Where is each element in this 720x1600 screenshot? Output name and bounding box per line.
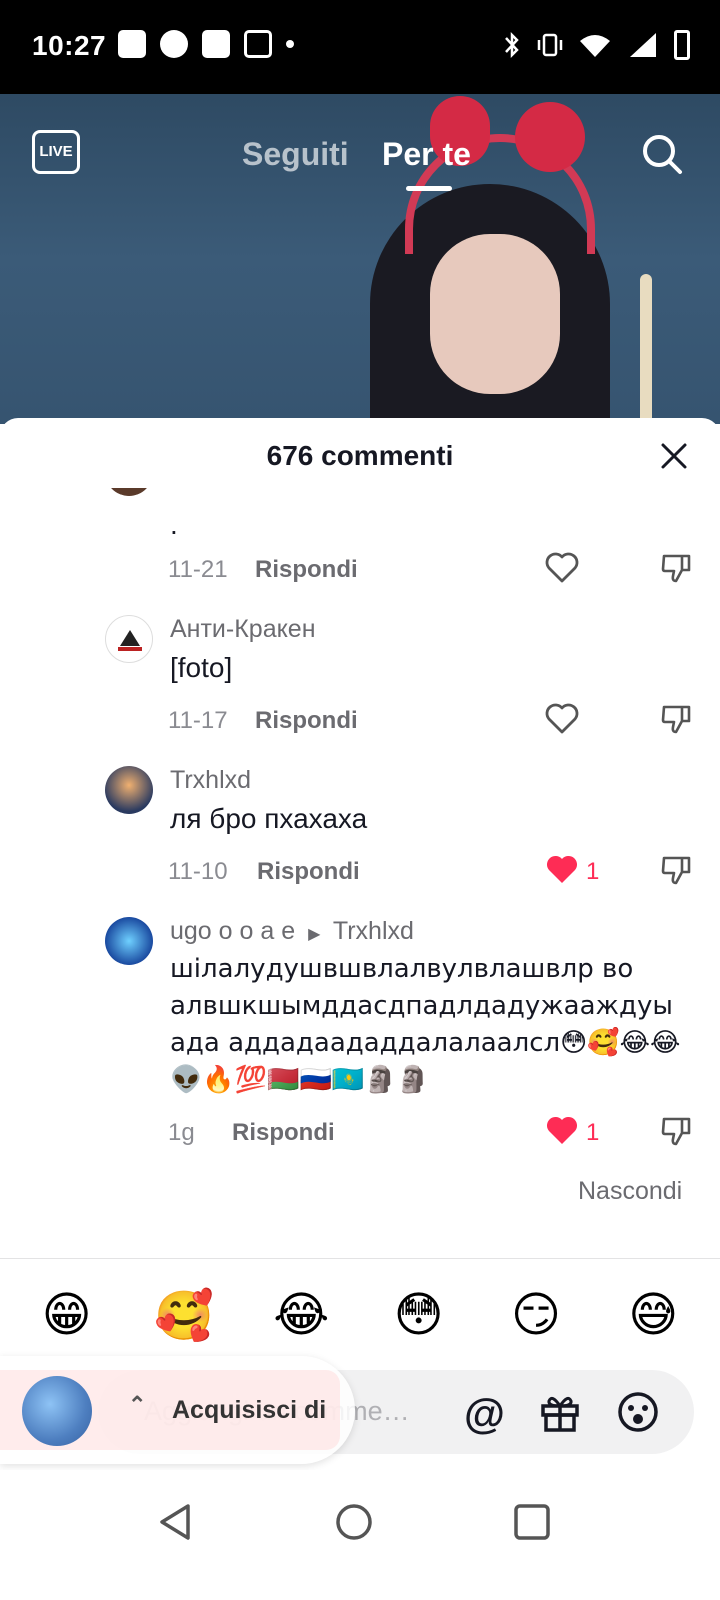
battery-icon bbox=[674, 30, 690, 60]
mention-icon[interactable]: @ bbox=[464, 1390, 505, 1438]
avatar[interactable] bbox=[105, 615, 153, 663]
emoji-button[interactable]: 😳 bbox=[389, 1287, 449, 1343]
recents-icon[interactable] bbox=[510, 1500, 554, 1544]
like-count: 1 bbox=[586, 858, 600, 885]
dislike-icon[interactable] bbox=[660, 854, 692, 886]
emoji-button[interactable]: 😂 bbox=[271, 1287, 331, 1343]
comment-username-row: ugo o o a e ▶ Trxhlxd bbox=[170, 917, 414, 946]
gmail-icon bbox=[244, 30, 272, 58]
status-bar: 10:27 bbox=[0, 0, 720, 94]
wifi-icon bbox=[580, 35, 610, 57]
close-icon[interactable] bbox=[660, 442, 688, 470]
heart-icon[interactable] bbox=[545, 552, 579, 584]
more-notifications-dot bbox=[286, 40, 294, 48]
bluetooth-icon bbox=[505, 31, 519, 59]
dislike-icon[interactable] bbox=[660, 703, 692, 735]
tab-for-you[interactable]: Per te bbox=[382, 136, 471, 173]
like-count: 1 bbox=[586, 1119, 600, 1146]
comments-count-title: 676 commenti bbox=[266, 440, 454, 471]
search-icon[interactable] bbox=[640, 132, 684, 176]
active-tab-indicator bbox=[406, 186, 452, 191]
emoji-button[interactable]: 😁 bbox=[37, 1287, 97, 1343]
tab-following[interactable]: Seguiti bbox=[242, 136, 349, 173]
reply-to-username[interactable]: Trxhlxd bbox=[333, 917, 414, 945]
expand-chevron-icon[interactable]: ⌃ bbox=[128, 1392, 146, 1418]
heart-filled-icon[interactable] bbox=[545, 1115, 579, 1147]
reply-button[interactable]: Rispondi bbox=[232, 1119, 335, 1147]
comment-date: 11-17 bbox=[168, 707, 228, 734]
avatar[interactable] bbox=[105, 766, 153, 814]
hide-replies-link[interactable]: Nascondi bbox=[578, 1177, 682, 1206]
dislike-icon[interactable] bbox=[660, 1115, 692, 1147]
comment-username[interactable]: Анти-Кракен bbox=[170, 615, 316, 644]
comment-text: ля бро пхахаха bbox=[170, 803, 368, 834]
video-prop bbox=[640, 274, 652, 424]
reply-button[interactable]: Rispondi bbox=[255, 707, 358, 735]
reply-arrow-icon: ▶ bbox=[308, 926, 321, 943]
reply-button[interactable]: Rispondi bbox=[257, 858, 360, 886]
divider bbox=[0, 1258, 720, 1259]
system-navigation-bar bbox=[0, 1470, 720, 1600]
comment-text: . bbox=[170, 509, 178, 540]
capture-thumbnail[interactable] bbox=[22, 1376, 92, 1446]
top-navigation: LIVE Seguiti Per te bbox=[0, 110, 720, 200]
heart-filled-icon[interactable] bbox=[545, 854, 579, 886]
comment-date: 1g bbox=[168, 1119, 195, 1146]
back-icon[interactable] bbox=[154, 1500, 198, 1544]
video-subject-face bbox=[430, 234, 560, 394]
emoji-picker-icon[interactable] bbox=[616, 1390, 660, 1434]
signal-icon bbox=[630, 33, 656, 57]
system-icons bbox=[502, 30, 690, 60]
home-icon[interactable] bbox=[332, 1500, 376, 1544]
capture-label[interactable]: Acquisisci di bbox=[172, 1396, 326, 1425]
app-notification-icon bbox=[160, 30, 188, 58]
emoji-button[interactable]: 🥰 bbox=[154, 1287, 214, 1344]
emoji-button[interactable]: 😅 bbox=[623, 1287, 683, 1343]
screen-capture-overlay[interactable]: ⌃ Acquisisci di bbox=[0, 1356, 355, 1464]
heart-icon[interactable] bbox=[545, 703, 579, 735]
vibrate-icon bbox=[537, 33, 563, 57]
app-notification-icon bbox=[202, 30, 230, 58]
comment-username[interactable]: Trxhlxd bbox=[170, 766, 251, 795]
comment-text: [foto] bbox=[170, 652, 233, 683]
comment-username[interactable]: ugo o o a e bbox=[170, 917, 295, 945]
emoji-button[interactable]: 😏 bbox=[506, 1287, 566, 1343]
status-time: 10:27 bbox=[32, 30, 107, 61]
comments-list[interactable]: . 11-21 Rispondi Анти-Кракен [foto] 11-1… bbox=[0, 488, 720, 1273]
reply-button[interactable]: Rispondi bbox=[255, 556, 358, 584]
comment-date: 11-10 bbox=[168, 858, 228, 885]
comment-text: шілалудушвшвлалвулвлашвлр во алвшкшымдда… bbox=[170, 954, 681, 1095]
notification-icons bbox=[118, 30, 294, 58]
gallery-notification-icon bbox=[118, 30, 146, 58]
live-button[interactable]: LIVE bbox=[32, 130, 80, 174]
emoji-quick-bar: 😁 🥰 😂 😳 😏 😅 bbox=[0, 1285, 720, 1345]
gift-icon[interactable] bbox=[538, 1390, 582, 1434]
avatar[interactable] bbox=[105, 488, 153, 496]
live-label: LIVE bbox=[39, 143, 73, 160]
comment-date: 11-21 bbox=[168, 556, 228, 583]
avatar[interactable] bbox=[105, 917, 153, 965]
dislike-icon[interactable] bbox=[660, 552, 692, 584]
